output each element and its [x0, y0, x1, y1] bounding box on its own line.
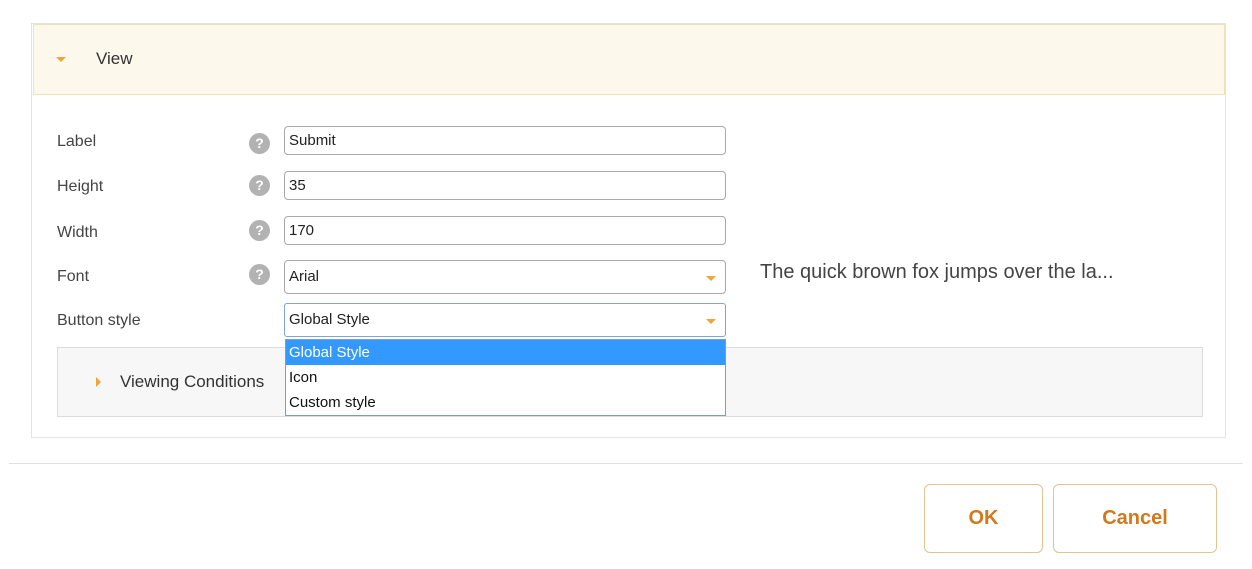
- font-select-value: Arial: [289, 268, 320, 285]
- help-icon[interactable]: ?: [249, 175, 270, 196]
- label-field-label: Label: [57, 133, 97, 150]
- font-select[interactable]: Arial: [284, 260, 726, 294]
- button-style-select-value: Global Style: [289, 311, 370, 328]
- chevron-down-icon[interactable]: [56, 57, 66, 62]
- width-input[interactable]: [284, 216, 726, 245]
- help-icon[interactable]: ?: [249, 133, 270, 154]
- ok-button[interactable]: OK: [924, 484, 1043, 553]
- label-input[interactable]: [284, 126, 726, 155]
- view-section-header[interactable]: [33, 24, 1225, 95]
- dropdown-option-global-style[interactable]: Global Style: [286, 340, 725, 365]
- button-style-field-label: Button style: [57, 312, 141, 329]
- help-icon[interactable]: ?: [249, 220, 270, 241]
- height-field-label: Height: [57, 178, 104, 195]
- dropdown-option-custom-style[interactable]: Custom style: [286, 390, 725, 415]
- chevron-right-icon[interactable]: [96, 377, 101, 387]
- font-preview-text: The quick brown fox jumps over the la...: [760, 261, 1114, 283]
- help-icon[interactable]: ?: [249, 264, 270, 285]
- font-field-label: Font: [57, 268, 90, 285]
- width-field-label: Width: [57, 224, 98, 241]
- dropdown-option-icon[interactable]: Icon: [286, 365, 725, 390]
- section-title: View: [96, 49, 133, 68]
- dropdown-arrow-icon[interactable]: [706, 319, 716, 324]
- button-style-dropdown: Global Style Icon Custom style: [285, 339, 726, 416]
- viewing-conditions-title: Viewing Conditions: [120, 372, 265, 391]
- cancel-button[interactable]: Cancel: [1053, 484, 1217, 553]
- height-input[interactable]: [284, 171, 726, 200]
- footer-divider: [9, 463, 1243, 464]
- dropdown-arrow-icon[interactable]: [706, 276, 716, 281]
- button-style-select[interactable]: Global Style: [284, 303, 726, 337]
